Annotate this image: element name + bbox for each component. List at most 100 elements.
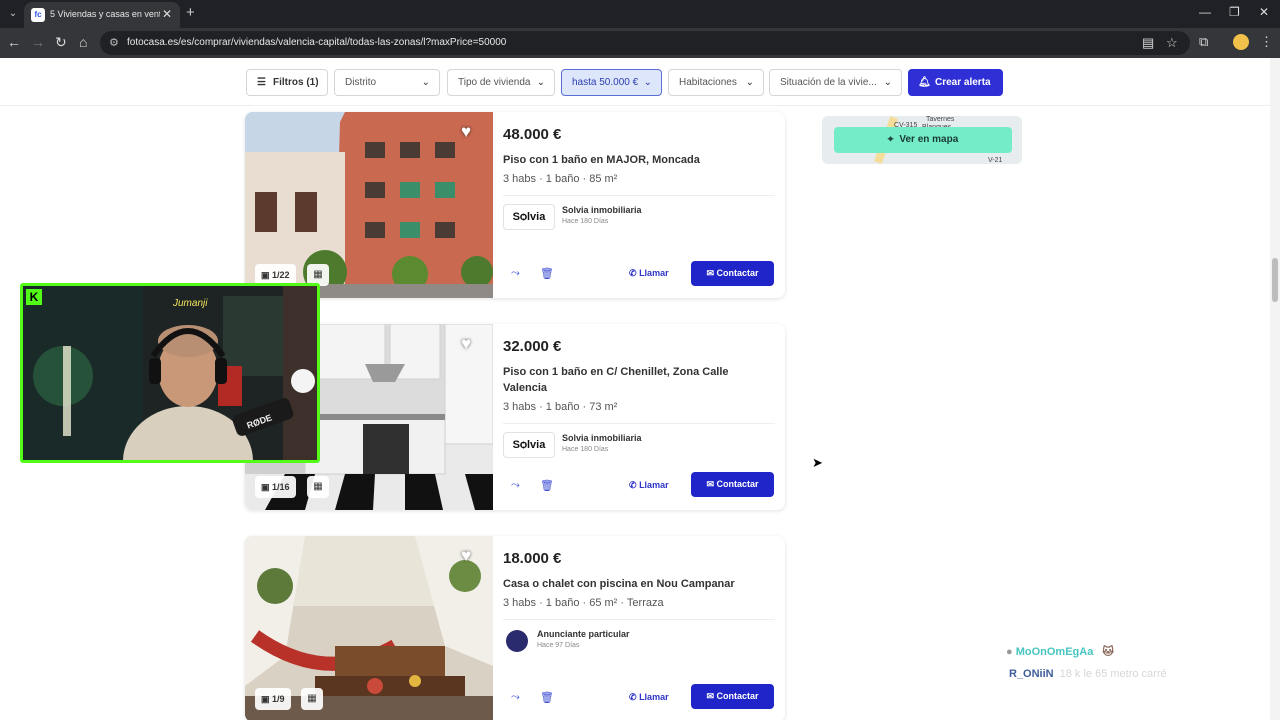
mail-icon: ✉ — [706, 691, 714, 701]
agency-logo[interactable]: Sѻlvia — [503, 432, 555, 458]
chat-message-1: ● MoOnOmEgAa 🐱︎ — [1006, 645, 1114, 658]
restore-icon[interactable]: ❐ — [1229, 5, 1240, 19]
phone-icon: ✆ — [629, 692, 637, 702]
contact-button[interactable]: ✉ Contactar — [691, 684, 774, 709]
district-dropdown[interactable]: Distrito ⌄ — [334, 69, 440, 96]
call-button[interactable]: ✆ Llamar — [629, 480, 683, 491]
call-button[interactable]: ✆ Llamar — [629, 692, 683, 703]
contact-label: Contactar — [716, 268, 759, 278]
fotocasa-favicon-icon: fc — [31, 8, 45, 22]
delete-icon[interactable]: 🗑︎ — [540, 691, 554, 704]
map-preview[interactable]: Tavernes Blanques CV-315 V-21 ⌖Ver en ma… — [822, 116, 1022, 164]
view-on-map-label: Ver en mapa — [899, 134, 959, 145]
district-label: Distrito — [345, 77, 377, 88]
listing-features: 3 habs · 1 baño · 65 m² · Terraza — [503, 597, 664, 609]
map-road-label-2: V-21 — [988, 157, 1003, 164]
favorite-heart-icon[interactable]: ♥ — [461, 334, 471, 354]
call-label: Llamar — [639, 480, 669, 490]
scrollbar-thumb[interactable] — [1272, 258, 1278, 302]
forward-icon[interactable]: → — [31, 34, 45, 50]
delete-icon[interactable]: 🗑︎ — [540, 267, 554, 280]
call-button[interactable]: ✆ Llamar — [629, 268, 683, 279]
phone-icon: ✆ — [629, 480, 637, 490]
mail-icon: ✉ — [706, 268, 714, 278]
agency-name: Anunciante particular — [537, 629, 630, 639]
price-filter-label: hasta 50.000 € — [572, 77, 639, 88]
translate-icon[interactable]: ▤ — [1142, 35, 1154, 51]
photo-count: 1/16 — [272, 482, 290, 492]
listing-card[interactable]: ♥ ▣ 1/16 ▦ 32.000 € Piso con 1 baño en C… — [245, 324, 785, 510]
listing-date: Hace 180 Días — [562, 218, 609, 225]
view-on-map-button[interactable]: ⌖ Ver en mapa — [834, 127, 1012, 153]
filter-bar: ☰ Filtros (1) Distrito ⌄ Tipo de viviend… — [0, 58, 1270, 106]
url-text: fotocasa.es/es/comprar/viviendas/valenci… — [127, 37, 507, 48]
webcam-feed: RØDE Jumanji — [23, 286, 317, 460]
map-pin-icon: ⌖ — [887, 134, 894, 145]
delete-icon[interactable]: 🗑︎ — [540, 479, 554, 492]
contact-label: Contactar — [716, 691, 759, 701]
listing-price: 32.000 € — [503, 338, 562, 355]
chat-message-2: R_ONiiN 18 k le 65 metro carré — [1009, 668, 1167, 680]
user-badge-icon: ● — [1006, 646, 1013, 658]
share-icon[interactable]: ⤳ — [511, 691, 520, 704]
floorplan-icon[interactable]: ▦ — [301, 688, 323, 710]
share-icon[interactable]: ⤳ — [511, 267, 520, 280]
listing-title[interactable]: Piso con 1 baño en C/ Chenillet, Zona Ca… — [503, 364, 753, 396]
photo-count: 1/22 — [272, 270, 290, 280]
home-icon[interactable]: ⌂ — [79, 34, 87, 50]
cat-emote-icon: 🐱︎ — [1102, 646, 1114, 658]
image-icon: ▣ — [261, 482, 270, 492]
call-label: Llamar — [639, 692, 669, 702]
browser-tab[interactable]: fc 5 Viviendas y casas en venta en ✕ — [24, 2, 180, 28]
photo-count-badge[interactable]: ▣ 1/9 — [255, 688, 291, 710]
site-info-icon[interactable]: ⚙ — [109, 36, 119, 49]
new-tab-icon[interactable]: + — [186, 4, 195, 21]
agency-logo[interactable]: Sѻlvia — [503, 204, 555, 230]
create-alert-button[interactable]: 🔔︎ Crear alerta — [908, 69, 1003, 96]
image-icon: ▣ — [261, 270, 270, 280]
reload-icon[interactable]: ↻ — [55, 34, 67, 51]
back-icon[interactable]: ← — [7, 34, 21, 50]
listing-card[interactable]: ♥ ▣ 1/22 ▦ 48.000 € Piso con 1 baño en M… — [245, 112, 785, 298]
mail-icon: ✉ — [706, 479, 714, 489]
situation-label: Situación de la vivie... — [780, 77, 877, 88]
bookmark-star-icon[interactable]: ☆ — [1166, 35, 1178, 51]
profile-avatar[interactable] — [1233, 34, 1249, 50]
browser-address-bar: ← → ↻ ⌂ ⚙ fotocasa.es/es/comprar/viviend… — [0, 28, 1280, 58]
floorplan-icon[interactable]: ▦ — [307, 476, 329, 498]
tab-close-icon[interactable]: ✕ — [162, 7, 172, 21]
contact-button[interactable]: ✉ Contactar — [691, 261, 774, 286]
listing-date: Hace 97 Días — [537, 642, 580, 649]
page-scrollbar[interactable] — [1270, 58, 1280, 720]
favorite-heart-icon[interactable]: ♥ — [461, 122, 471, 142]
user-avatar-icon — [506, 630, 528, 652]
photo-count-badge[interactable]: ▣ 1/16 — [255, 476, 296, 498]
price-dropdown[interactable]: hasta 50.000 € ⌄ — [561, 69, 662, 96]
chevron-down-icon: ⌄ — [643, 77, 652, 88]
extensions-icon[interactable]: ⧉ — [1199, 34, 1208, 50]
close-window-icon[interactable]: ✕ — [1259, 5, 1269, 19]
rooms-dropdown[interactable]: Habitaciones ⌄ — [668, 69, 764, 96]
browser-menu-icon[interactable]: ⋮ — [1260, 34, 1273, 50]
chat-text-2: 18 k le 65 metro carré — [1059, 668, 1167, 680]
url-field[interactable]: ⚙ fotocasa.es/es/comprar/viviendas/valen… — [100, 31, 1190, 55]
favorite-heart-icon[interactable]: ♥ — [461, 546, 471, 566]
minimize-icon[interactable]: — — [1199, 5, 1211, 19]
create-alert-label: Crear alerta — [935, 77, 991, 88]
webcam-overlay: RØDE Jumanji K — [20, 283, 320, 463]
divider — [503, 423, 775, 424]
filters-button[interactable]: ☰ Filtros (1) — [246, 69, 328, 96]
listing-title[interactable]: Casa o chalet con piscina en Nou Campana… — [503, 576, 753, 592]
contact-label: Contactar — [716, 479, 759, 489]
share-icon[interactable]: ⤳ — [511, 479, 520, 492]
contact-button[interactable]: ✉ Contactar — [691, 472, 774, 497]
listing-card[interactable]: ♥ ▣ 1/9 ▦ 18.000 € Casa o chalet con pis… — [245, 536, 785, 720]
listing-features: 3 habs · 1 baño · 85 m² — [503, 173, 618, 185]
property-type-dropdown[interactable]: Tipo de vivienda ⌄ — [447, 69, 555, 96]
divider — [503, 195, 775, 196]
call-label: Llamar — [639, 268, 669, 278]
tab-search-icon[interactable]: ⌄ — [4, 5, 22, 23]
situation-dropdown[interactable]: Situación de la vivie... ⌄ — [769, 69, 902, 96]
listing-title[interactable]: Piso con 1 baño en MAJOR, Moncada — [503, 152, 753, 168]
rooms-label: Habitaciones — [679, 77, 737, 88]
